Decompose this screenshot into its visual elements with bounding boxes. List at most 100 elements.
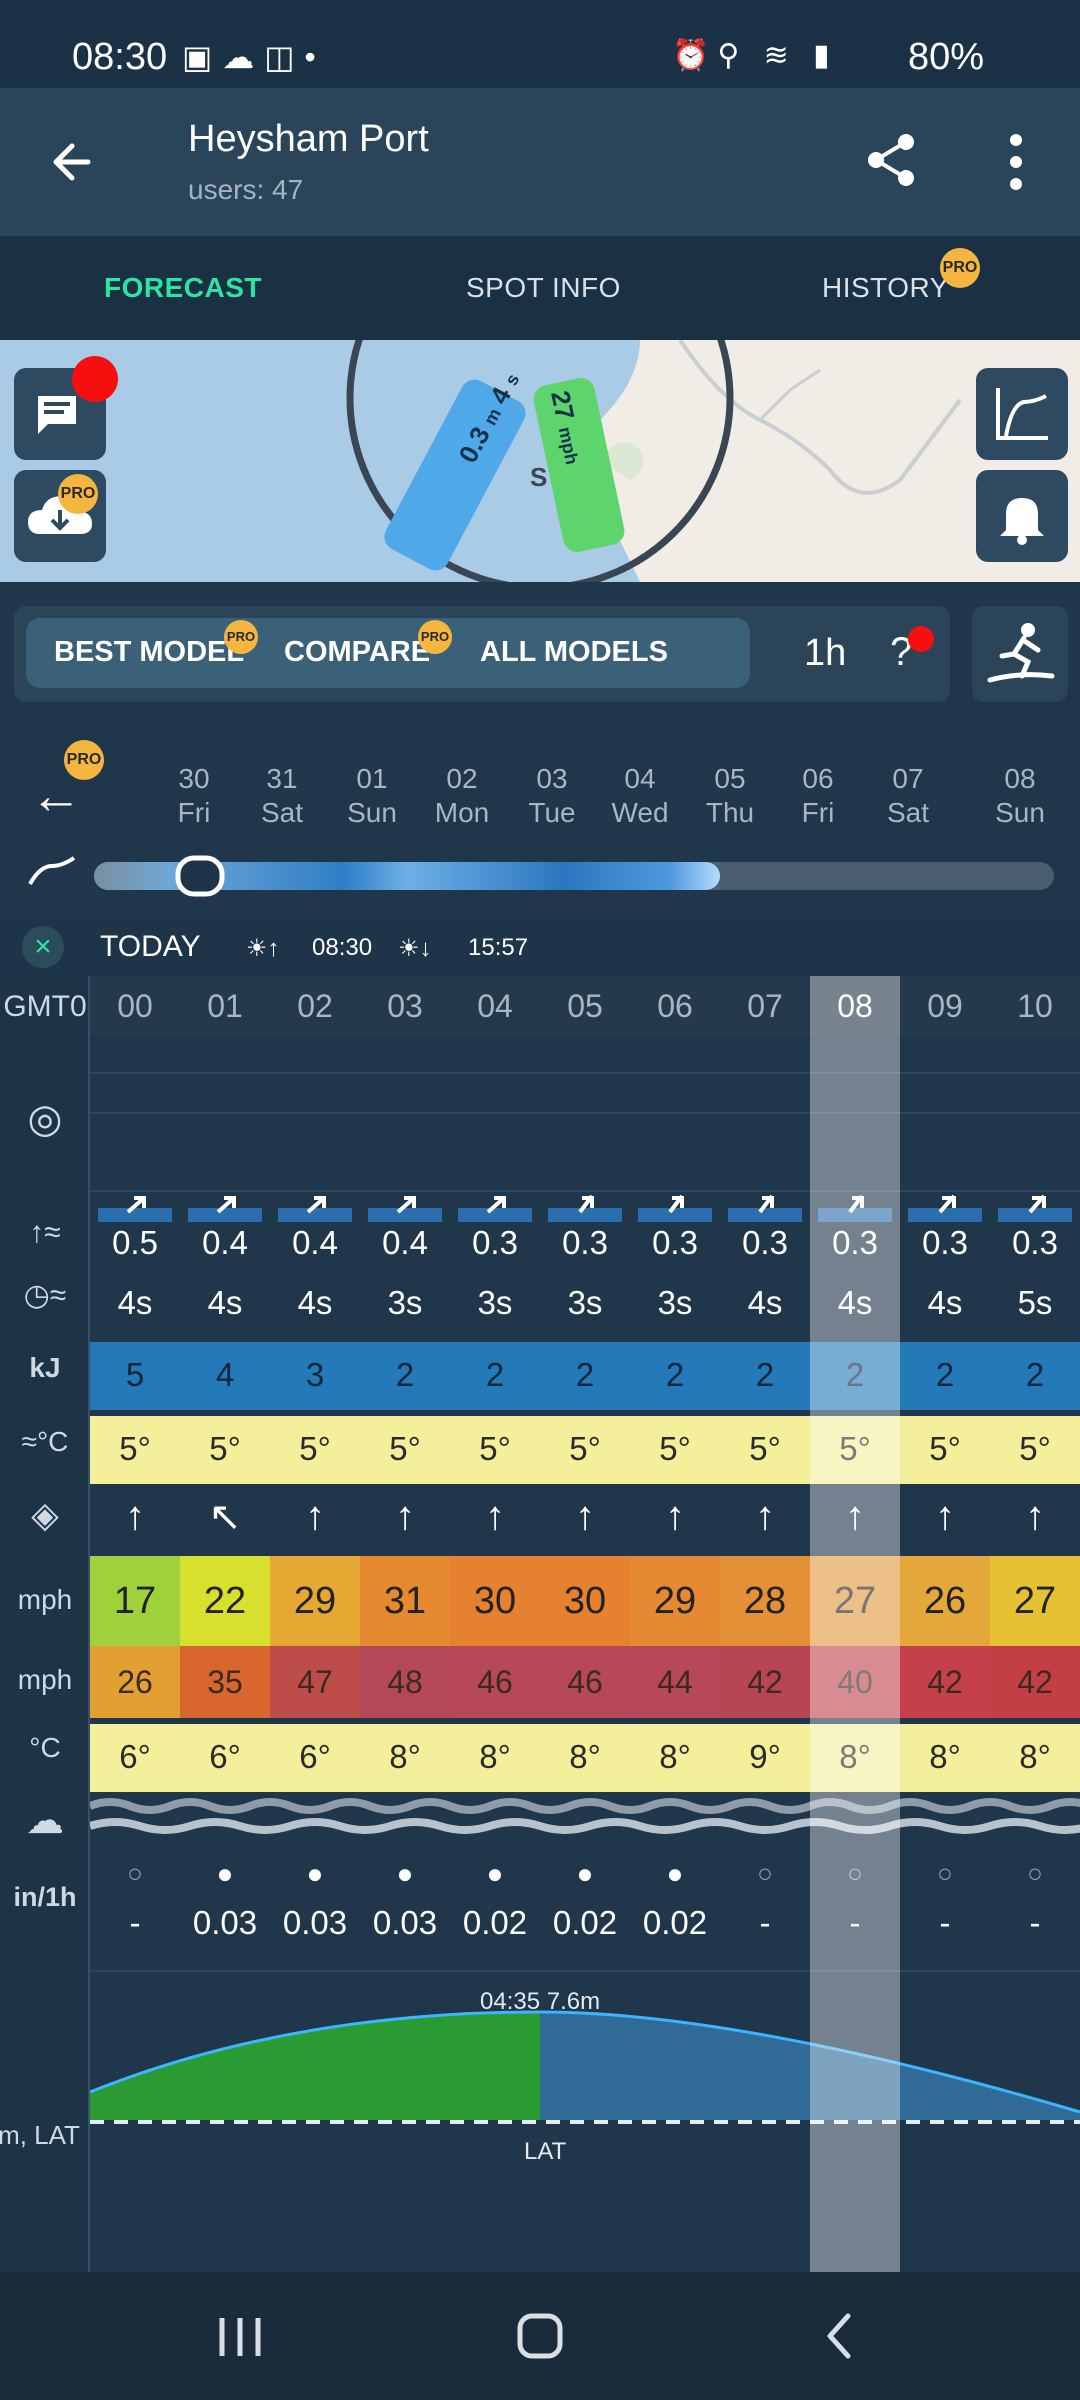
wave-height-cell: 0.3 <box>472 1224 518 1261</box>
air-temp-cell: 6° <box>119 1738 151 1775</box>
status-bar: 08:30 ▣☁◫• ⏰⚲ ≋ ▮ 80% <box>0 0 1080 88</box>
air-temp-cell: 8° <box>929 1738 961 1775</box>
tab-forecast[interactable]: FORECAST <box>104 272 262 304</box>
rain-drop-icon: ● <box>486 1858 504 1889</box>
precip-cell: 0.02 <box>462 1904 528 1941</box>
day-name: Wed <box>611 797 669 828</box>
precip-cell: 0.03 <box>282 1904 348 1941</box>
alert-button[interactable] <box>976 470 1068 562</box>
air-temp-cell: 6° <box>299 1738 331 1775</box>
swell-arrow-row <box>90 1184 1080 1224</box>
day-number: 08 <box>1004 763 1036 794</box>
back-arrow-icon[interactable] <box>44 132 104 192</box>
hour-header-row: 00 01 02 03 04 05 06 07 08 09 10 <box>90 976 1080 1036</box>
precip-cell: 0.02 <box>642 1904 708 1941</box>
air-temp-cell: 8° <box>389 1738 421 1775</box>
wave-height-cell: 0.4 <box>202 1224 248 1261</box>
wave-period-cell: 4s <box>837 1284 873 1321</box>
tab-history[interactable]: HISTORY <box>822 272 949 304</box>
wave-period-cell: 4s <box>117 1284 153 1321</box>
swell-arrows <box>98 1194 1072 1222</box>
day-item[interactable]: 03 Tue <box>512 762 592 830</box>
close-icon[interactable]: × <box>22 926 64 968</box>
energy-cell: 2 <box>755 1356 775 1393</box>
precip-cell: - <box>129 1904 141 1941</box>
wind-speed-cell: 30 <box>450 1556 540 1646</box>
forecast-timeline[interactable] <box>0 850 1080 900</box>
spot-title: Heysham Port <box>188 118 429 160</box>
gust-cell: 44 <box>630 1646 720 1718</box>
timeline-graphic <box>28 855 1054 897</box>
wind-speed-cell: 27 <box>810 1556 900 1646</box>
water-temp-cell: 5° <box>749 1430 781 1467</box>
energy-cell: 2 <box>1025 1356 1045 1393</box>
day-item[interactable]: 30 Fri <box>154 762 234 830</box>
wind-direction-arrow-icon: ↑ <box>395 1494 415 1538</box>
energy-cell: 2 <box>845 1356 865 1393</box>
timeline-handle <box>175 855 225 897</box>
day-item[interactable]: 07 Sat <box>868 762 948 830</box>
water-temp-cell: 5° <box>299 1430 331 1467</box>
wave-height-cell: 0.3 <box>922 1224 968 1261</box>
day-number: 02 <box>446 763 478 794</box>
gust-cell: 40 <box>810 1646 900 1718</box>
wave-period-cell: 4s <box>207 1284 243 1321</box>
day-item[interactable]: 04 Wed <box>600 762 680 830</box>
recent-apps-icon[interactable] <box>200 2302 280 2372</box>
spot-map[interactable]: 0.3 m 4 s 27 mph S PRO <box>0 340 1080 582</box>
day-item[interactable]: 02 Mon <box>422 762 502 830</box>
wind-tag-unit: mph <box>554 425 583 467</box>
water-temp-cell: 5° <box>119 1430 151 1467</box>
wave-height-icon: ↑≈ <box>29 1216 61 1249</box>
day-item[interactable]: 01 Sun <box>332 762 412 830</box>
timezone-label: GMT0 <box>3 990 87 1023</box>
day-item[interactable]: 08 Sun <box>980 762 1060 830</box>
day-item[interactable]: 06 Fri <box>778 762 858 830</box>
interval-selector[interactable]: 1h <box>804 632 846 675</box>
gust-cell: 47 <box>270 1646 360 1718</box>
forecast-table: GMT0 ◎ ↑≈ ◷≈ kJ ≈°C ◈ mph mph °C ☁ in/1h… <box>0 976 1080 2272</box>
day-selector: ← PRO 30 Fri 31 Sat 01 Sun 02 Mon 03 Tue 04 We… <box>0 740 1080 840</box>
rain-drop-icon: ● <box>216 1858 234 1889</box>
precip-row: - 0.03 0.03 0.03 0.02 0.02 0.02 - - - - <box>90 1904 1080 1964</box>
hour-cell: 09 <box>927 988 963 1024</box>
gust-cell: 35 <box>180 1646 270 1718</box>
surf-activity-button[interactable] <box>972 606 1068 702</box>
wave-height-cell: 0.3 <box>562 1224 608 1261</box>
day-name: Sat <box>260 797 304 828</box>
precip-cell: - <box>849 1904 861 1941</box>
wave-period-row: 4s 4s 4s 3s 3s 3s 3s 4s 4s 4s 5s <box>90 1284 1080 1344</box>
precip-label: in/1h <box>13 1882 77 1912</box>
day-item[interactable]: 05 Thu <box>690 762 770 830</box>
day-item[interactable]: 31 Sat <box>242 762 322 830</box>
wave-period-cell: 4s <box>927 1284 963 1321</box>
air-temp-cell: 6° <box>209 1738 241 1775</box>
day-number: 05 <box>714 763 746 794</box>
air-temp-label: °C <box>29 1732 61 1763</box>
more-options-icon[interactable] <box>996 130 1036 194</box>
share-icon[interactable] <box>862 130 922 190</box>
all-models-option[interactable]: ALL MODELS <box>480 636 668 669</box>
day-number: 06 <box>802 763 834 794</box>
wind-speed-label: mph <box>17 1584 73 1615</box>
day-number: 01 <box>356 763 388 794</box>
energy-cell: 2 <box>395 1356 415 1393</box>
rain-drop-icon: ○ <box>127 1858 143 1888</box>
back-nav-icon[interactable] <box>800 2302 880 2372</box>
air-temp-cell: 8° <box>659 1738 691 1775</box>
wave-height-cell: 0.4 <box>382 1224 428 1261</box>
rain-drop-icon: ○ <box>1027 1858 1043 1888</box>
tab-spot-info[interactable]: SPOT INFO <box>466 272 621 304</box>
day-name: Sat <box>886 797 930 828</box>
compare-option[interactable]: COMPARE <box>284 636 430 669</box>
precip-cell: 0.03 <box>192 1904 258 1941</box>
tide-chart-button[interactable] <box>976 368 1068 460</box>
best-model-option[interactable]: BEST MODEL <box>54 636 244 669</box>
home-icon[interactable] <box>500 2302 580 2372</box>
wind-speed-cell: 27 <box>990 1556 1080 1646</box>
help-notification-dot <box>908 626 934 652</box>
cloud-cover-row <box>88 1792 1080 1852</box>
rain-drop-icon: ● <box>576 1858 594 1889</box>
water-temp-cell: 5° <box>839 1430 871 1467</box>
wind-direction-row: ↑ ↖ ↑ ↑ ↑ ↑ ↑ ↑ ↑ ↑ ↑ <box>90 1484 1080 1556</box>
